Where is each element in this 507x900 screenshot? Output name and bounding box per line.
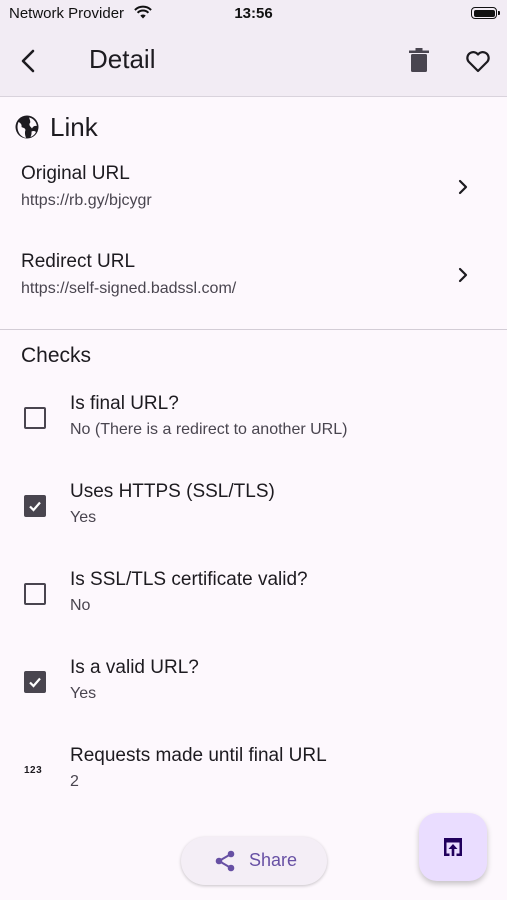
check-item-valid-url: Is a valid URL? Yes — [0, 657, 507, 737]
check-value: Yes — [70, 509, 97, 526]
trash-icon[interactable] — [405, 46, 433, 74]
page-title: Detail — [89, 44, 156, 74]
check-value: Yes — [70, 685, 97, 702]
original-url-row[interactable]: Original URL https://rb.gy/bjcygr — [0, 153, 507, 237]
redirect-url-label: Redirect URL — [21, 251, 136, 272]
check-value: No — [70, 597, 91, 614]
globe-icon — [15, 115, 39, 139]
unchecked-checkbox[interactable] — [24, 407, 46, 429]
share-label: Share — [249, 850, 298, 870]
open-in-browser-fab[interactable] — [419, 813, 487, 881]
check-label: Is a valid URL? — [70, 657, 199, 678]
status-bar: Network Provider 13:56 — [0, 0, 507, 28]
original-url-value: https://rb.gy/bjcygr — [21, 192, 152, 209]
share-icon — [215, 850, 235, 872]
check-label: Is SSL/TLS certificate valid? — [70, 569, 308, 590]
checked-checkbox[interactable] — [24, 495, 46, 517]
redirect-url-row[interactable]: Redirect URL https://self-signed.badssl.… — [0, 241, 507, 325]
section-divider — [0, 329, 507, 330]
check-item-ssl-valid: Is SSL/TLS certificate valid? No — [0, 569, 507, 649]
check-item-is-final-url: Is final URL? No (There is a redirect to… — [0, 393, 507, 473]
chevron-right-icon — [458, 267, 468, 283]
check-label: Is final URL? — [70, 393, 179, 414]
check-value: 2 — [70, 773, 79, 790]
check-item-uses-https: Uses HTTPS (SSL/TLS) Yes — [0, 481, 507, 561]
original-url-label: Original URL — [21, 163, 130, 184]
check-value: No (There is a redirect to another URL) — [70, 421, 348, 438]
link-section-title: Link — [50, 112, 98, 142]
battery-icon — [471, 7, 500, 19]
open-in-browser-icon — [444, 838, 462, 856]
share-button[interactable]: Share — [181, 837, 327, 885]
heart-outline-icon[interactable] — [463, 46, 493, 76]
unchecked-checkbox[interactable] — [24, 583, 46, 605]
check-label: Requests made until final URL — [70, 745, 327, 766]
chevron-right-icon — [458, 179, 468, 195]
app-bar: Detail — [0, 28, 507, 97]
numbers-icon: 123 — [24, 765, 43, 776]
clock: 13:56 — [234, 5, 273, 22]
check-label: Uses HTTPS (SSL/TLS) — [70, 481, 275, 502]
checked-checkbox[interactable] — [24, 671, 46, 693]
back-arrow-icon[interactable] — [14, 46, 44, 76]
redirect-url-value: https://self-signed.badssl.com/ — [21, 280, 237, 297]
checks-section-title: Checks — [21, 344, 92, 367]
